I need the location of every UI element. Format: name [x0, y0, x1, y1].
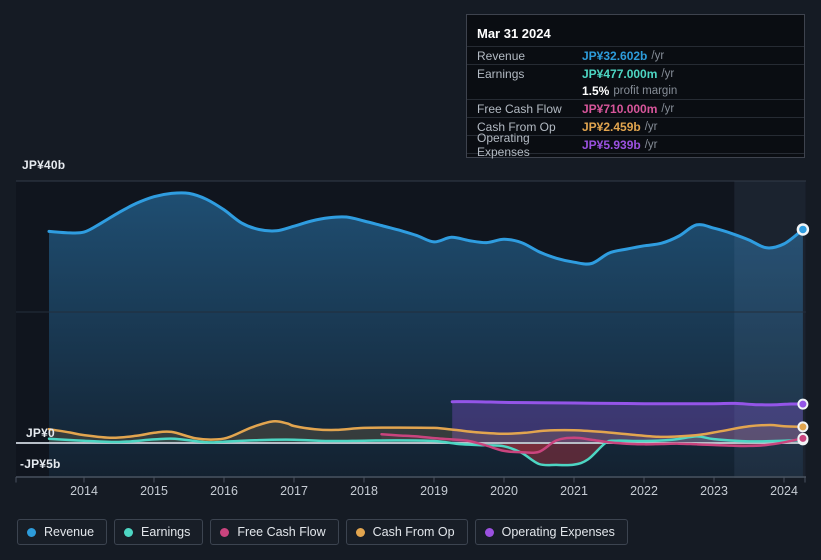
x-axis-label-2019: 2019 — [420, 484, 448, 498]
legend-dot — [355, 527, 365, 537]
y-axis-label-40b: JP¥40b — [22, 158, 66, 172]
legend-label: Free Cash Flow — [237, 525, 326, 539]
tooltip: Mar 31 2024 Revenue JP¥32.602b/yr Earnings… — [466, 14, 805, 159]
x-axis-label-2021: 2021 — [560, 484, 588, 498]
tooltip-value: JP¥477.000m — [582, 66, 658, 81]
y-axis-label-0: JP¥0 — [26, 426, 55, 440]
tooltip-row-earnings: Earnings JP¥477.000m/yr — [467, 65, 804, 82]
tooltip-value-suffix: /yr — [644, 120, 658, 133]
legend-item-operating-expenses[interactable]: Operating Expenses — [474, 519, 628, 545]
legend-label: Earnings — [141, 525, 191, 539]
revenue-marker — [796, 223, 810, 236]
earnings-revenue-history-chart: JP¥40b JP¥0 -JP¥5b 2014 2015 2016 2017 2018 2… — [0, 0, 821, 560]
x-axis-label-2023: 2023 — [700, 484, 728, 498]
legend-item-revenue[interactable]: Revenue — [17, 519, 108, 545]
legend-dot — [220, 527, 230, 537]
legend-item-earnings[interactable]: Earnings — [114, 519, 204, 545]
tooltip-row-profit-margin: 1.5% profit margin — [467, 82, 804, 100]
y-axis-label-neg5b: -JP¥5b — [20, 457, 61, 471]
tooltip-value: JP¥5.939b — [582, 137, 641, 152]
tooltip-rows: Revenue JP¥32.602b/yr Earnings JP¥477.000m /… — [467, 47, 804, 159]
x-axis-label-2016: 2016 — [210, 484, 238, 498]
tooltip-label: Operating Expenses — [477, 130, 530, 159]
x-axis-label-2020: 2020 — [490, 484, 518, 498]
tooltip-value-suffix: /yr — [661, 67, 675, 80]
tooltip-value-suffix: /yr — [644, 138, 658, 151]
legend-label: Revenue — [44, 525, 95, 539]
tooltip-value: JP¥32.602b — [582, 48, 648, 63]
x-axis-label-2018: 2018 — [350, 484, 378, 498]
tooltip-value: JP¥2.459b — [582, 119, 641, 134]
legend-dot — [27, 527, 36, 537]
legend-dot — [484, 527, 494, 537]
tooltip-value: JP¥710.000m — [582, 101, 658, 116]
tooltip-label: Revenue — [477, 48, 526, 63]
tooltip-date: Mar 31 2024 — [467, 21, 804, 47]
legend-label: Cash From Op — [372, 525, 455, 539]
legend-dot — [124, 527, 134, 537]
tooltip-row-free-cash-flow: Free Cash Flow JP¥710.000m/yr — [467, 100, 804, 118]
x-axis-label-2014: 2014 — [70, 484, 98, 498]
x-axis-label-2015: 2015 — [140, 484, 168, 498]
legend: Revenue Earnings Free Cash Flow Cash From O… — [17, 519, 628, 545]
hover-highlight-band — [734, 181, 806, 478]
tooltip-value-suffix: /yr — [661, 102, 675, 115]
x-axis-label-2017: 2017 — [280, 484, 308, 498]
operating-expenses-marker — [797, 398, 809, 410]
x-axis-label-2022: 2022 — [630, 484, 658, 498]
legend-item-cash-from-op[interactable]: Cash From Op — [345, 519, 468, 545]
tooltip-row-operating-expenses: Operating Expenses JP¥5.939b/yr — [467, 131, 804, 159]
profit-margin-label: profit margin — [613, 84, 678, 97]
tooltip-row-revenue: Revenue JP¥32.602b/yr — [467, 47, 804, 65]
tooltip-value-suffix: /yr — [651, 49, 665, 62]
legend-label: Operating Expenses — [501, 525, 615, 539]
legend-item-free-cash-flow[interactable]: Free Cash Flow — [210, 519, 339, 545]
free-cash-flow-marker — [797, 432, 809, 444]
profit-margin-value: 1.5% — [582, 83, 610, 98]
cash-from-op-marker — [797, 421, 809, 433]
x-axis-label-2024: 2024 — [770, 484, 798, 498]
tooltip-label: Free Cash Flow — [477, 101, 562, 116]
tooltip-label: Earnings — [477, 66, 525, 81]
